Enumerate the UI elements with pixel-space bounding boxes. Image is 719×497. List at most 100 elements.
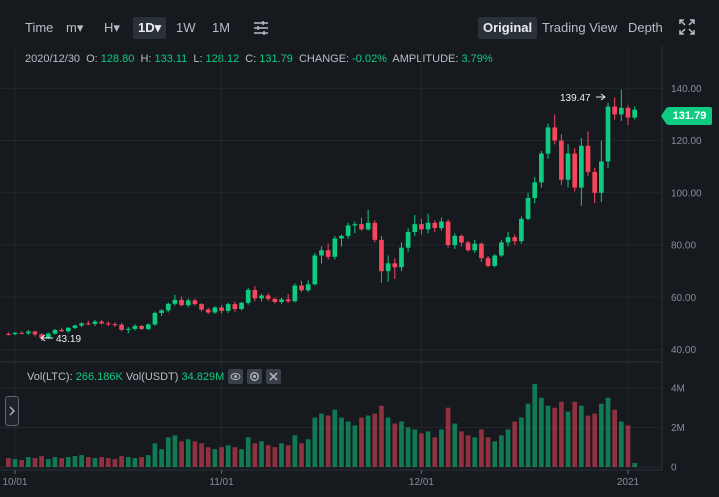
volume-bar[interactable] [539, 397, 544, 467]
candle[interactable] [439, 217, 444, 231]
volume-bar[interactable] [245, 437, 251, 467]
volume-bar[interactable] [319, 413, 324, 467]
volume-bar[interactable] [392, 423, 398, 468]
volume-bar[interactable] [365, 415, 371, 467]
volume-bar[interactable] [439, 429, 444, 467]
candle[interactable] [252, 286, 258, 302]
volume-bar[interactable] [605, 397, 611, 467]
volume-bar[interactable] [232, 447, 238, 467]
volume-bar[interactable] [152, 443, 158, 467]
volume-bar[interactable] [592, 413, 598, 467]
volume-bar[interactable] [505, 429, 511, 467]
volume-bar[interactable] [385, 417, 391, 467]
candle[interactable] [385, 255, 391, 282]
volume-bar[interactable] [92, 458, 98, 467]
volume-bar[interactable] [252, 443, 258, 467]
candle[interactable] [325, 243, 331, 260]
candle[interactable] [499, 239, 504, 257]
expand-panel-button[interactable] [5, 396, 19, 426]
eye-icon[interactable] [228, 369, 244, 384]
volume-bar[interactable] [352, 425, 358, 467]
volume-bar[interactable] [79, 455, 84, 467]
candle[interactable] [305, 280, 311, 293]
candle[interactable] [419, 218, 424, 235]
candle[interactable] [279, 297, 284, 305]
volume-bar[interactable] [125, 457, 131, 467]
candle[interactable] [319, 246, 324, 264]
volume-bar[interactable] [485, 437, 491, 467]
volume-bar[interactable] [119, 456, 124, 467]
volume-bar[interactable] [305, 439, 311, 467]
candle[interactable] [12, 331, 18, 336]
close-icon[interactable] [266, 369, 282, 384]
volume-bar[interactable] [545, 405, 551, 467]
candle[interactable] [399, 242, 404, 272]
volume-bar[interactable] [219, 447, 224, 467]
candle[interactable] [479, 242, 484, 263]
candle[interactable] [105, 321, 111, 327]
volume-bar[interactable] [59, 458, 64, 467]
volume-bar[interactable] [525, 403, 531, 467]
volume-bar[interactable] [272, 447, 278, 467]
candle[interactable] [425, 213, 431, 234]
volume-bar[interactable] [565, 411, 571, 467]
candle[interactable] [165, 302, 171, 313]
candle[interactable] [372, 220, 378, 243]
volume-bar[interactable] [12, 459, 18, 467]
volume-bar[interactable] [479, 429, 484, 467]
candle[interactable] [445, 219, 451, 248]
candle[interactable] [265, 293, 271, 301]
volume-bar[interactable] [139, 457, 144, 467]
volume-bar[interactable] [619, 421, 624, 467]
volume-bar[interactable] [432, 437, 438, 467]
volume-bar[interactable] [99, 457, 104, 467]
candle[interactable] [119, 322, 124, 332]
volume-bar[interactable] [112, 459, 118, 467]
candle[interactable] [592, 167, 598, 204]
candle[interactable] [519, 216, 524, 244]
volume-bar[interactable] [632, 463, 638, 467]
candle[interactable] [212, 306, 218, 314]
candle[interactable] [612, 97, 618, 120]
candle[interactable] [139, 324, 144, 330]
volume-bar[interactable] [325, 415, 331, 467]
candle[interactable] [125, 327, 131, 334]
candle[interactable] [132, 323, 138, 331]
candle[interactable] [192, 298, 198, 306]
volume-bar[interactable] [105, 458, 111, 467]
candle[interactable] [492, 254, 498, 268]
candle[interactable] [312, 252, 318, 286]
volume-bar[interactable] [405, 427, 411, 467]
candle[interactable] [379, 235, 384, 283]
candle[interactable] [32, 330, 38, 337]
volume-bar[interactable] [72, 456, 78, 467]
volume-bar[interactable] [519, 417, 524, 467]
candle[interactable] [632, 106, 638, 120]
volume-bar[interactable] [345, 421, 351, 467]
candle[interactable] [152, 311, 158, 326]
candle[interactable] [225, 302, 231, 313]
volume-bar[interactable] [492, 441, 498, 467]
volume-bar[interactable] [452, 423, 458, 468]
candle[interactable] [472, 239, 478, 253]
candle[interactable] [332, 235, 338, 260]
candle[interactable] [219, 304, 224, 314]
volume-bar[interactable] [132, 458, 138, 467]
volume-bar[interactable] [212, 449, 218, 467]
candle[interactable] [585, 131, 591, 176]
volume-bar[interactable] [19, 460, 24, 467]
candle[interactable] [85, 320, 91, 326]
volume-bar[interactable] [312, 417, 318, 467]
volume-bar[interactable] [192, 441, 198, 467]
candle[interactable] [619, 89, 624, 121]
volume-bar[interactable] [419, 433, 424, 467]
volume-bar[interactable] [472, 437, 478, 467]
volume-bar[interactable] [145, 455, 151, 467]
candle[interactable] [285, 294, 291, 304]
volume-bar[interactable] [625, 425, 631, 467]
candle[interactable] [359, 217, 364, 231]
candle[interactable] [159, 309, 164, 317]
candle[interactable] [539, 150, 544, 188]
candle[interactable] [19, 331, 24, 335]
volume-bar[interactable] [612, 409, 618, 467]
